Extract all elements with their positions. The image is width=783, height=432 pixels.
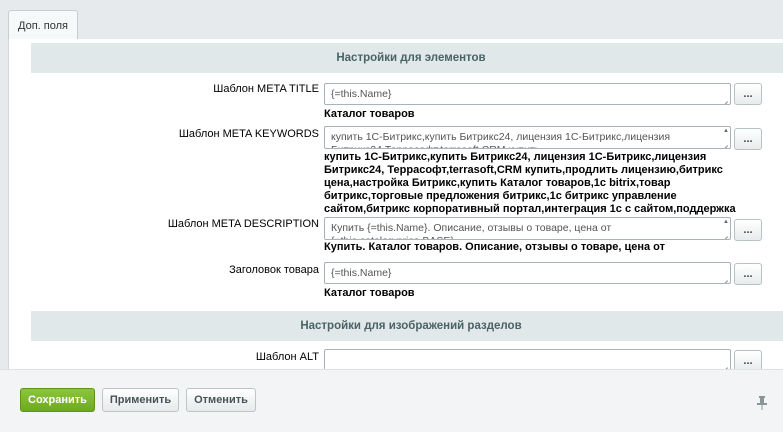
- alt-template-input[interactable]: [324, 349, 731, 369]
- action-bar: Сохранить Применить Отменить: [0, 369, 783, 432]
- meta-description-label: Шаблон META DESCRIPTION: [167, 218, 319, 230]
- tab-additional-fields[interactable]: Доп. поля: [8, 10, 78, 40]
- tab-bar: Доп. поля: [0, 0, 783, 40]
- meta-keywords-label: Шаблон META KEYWORDS: [178, 128, 319, 140]
- meta-description-insert-button[interactable]: ...: [734, 219, 762, 241]
- resize-handle-icon[interactable]: [721, 139, 729, 147]
- alt-template-insert-button[interactable]: ...: [734, 350, 762, 369]
- meta-keywords-input[interactable]: купить 1С-Битрикс,купить Битрикс24, лице…: [324, 126, 731, 149]
- settings-panel: Настройки для элементов Шаблон META TITL…: [8, 39, 783, 369]
- alt-template-label: Шаблон ALT: [255, 351, 319, 363]
- product-heading-insert-button[interactable]: ...: [734, 263, 762, 285]
- meta-keywords-insert-button[interactable]: ...: [734, 128, 762, 150]
- save-button[interactable]: Сохранить: [20, 388, 95, 412]
- product-heading-preview: Каталог товаров: [324, 287, 415, 299]
- section-header-section-images: Настройки для изображений разделов: [31, 311, 783, 341]
- meta-title-insert-button[interactable]: ...: [734, 83, 762, 105]
- section-header-elements: Настройки для элементов: [31, 43, 783, 73]
- tab-label: Доп. поля: [18, 19, 68, 32]
- product-heading-input[interactable]: {=this.Name}: [324, 262, 731, 284]
- resize-handle-icon[interactable]: [721, 95, 729, 103]
- scroll-up-icon[interactable]: ▲: [723, 128, 729, 134]
- resize-handle-icon[interactable]: [721, 274, 729, 282]
- resize-handle-icon[interactable]: [721, 230, 729, 238]
- resize-handle-icon[interactable]: [721, 361, 729, 369]
- meta-description-input[interactable]: Купить {=this.Name}. Описание, отзывы о …: [324, 217, 731, 240]
- meta-description-preview: Купить. Каталог товаров. Описание, отзыв…: [324, 241, 666, 253]
- meta-title-preview: Каталог товаров: [324, 108, 415, 120]
- scroll-up-icon[interactable]: ▲: [723, 219, 729, 225]
- meta-title-input[interactable]: {=this.Name}: [324, 83, 731, 105]
- apply-button[interactable]: Применить: [102, 388, 179, 412]
- cancel-button[interactable]: Отменить: [186, 388, 256, 412]
- product-heading-label: Заголовок товара: [229, 264, 319, 276]
- meta-title-label: Шаблон META TITLE: [213, 83, 319, 95]
- pin-icon[interactable]: [757, 396, 767, 410]
